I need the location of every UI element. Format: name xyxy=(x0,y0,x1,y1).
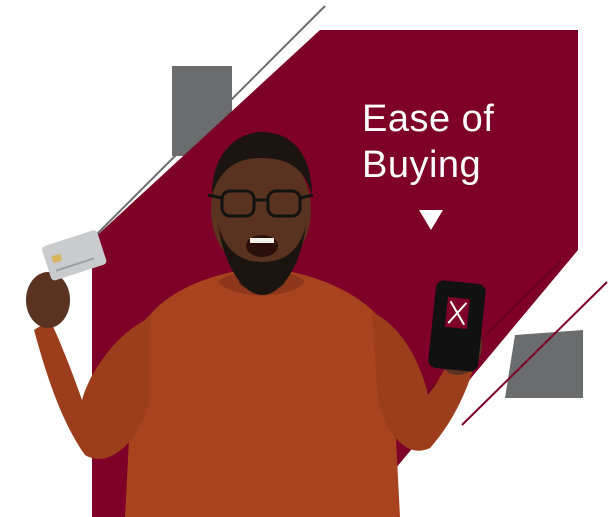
hero-artwork xyxy=(26,5,608,517)
person-left-hand xyxy=(26,272,70,328)
headline: Ease of Buying xyxy=(362,96,522,188)
smartphone-icon xyxy=(428,280,486,372)
headline-line-1: Ease of xyxy=(362,98,495,140)
promo-banner: Ease of Buying xyxy=(0,0,609,517)
down-triangle-icon xyxy=(419,210,443,230)
person-teeth xyxy=(250,238,274,243)
person-sweater xyxy=(125,268,400,517)
gray-accent-block-bottom xyxy=(505,330,583,398)
headline-line-2: Buying xyxy=(362,144,482,186)
